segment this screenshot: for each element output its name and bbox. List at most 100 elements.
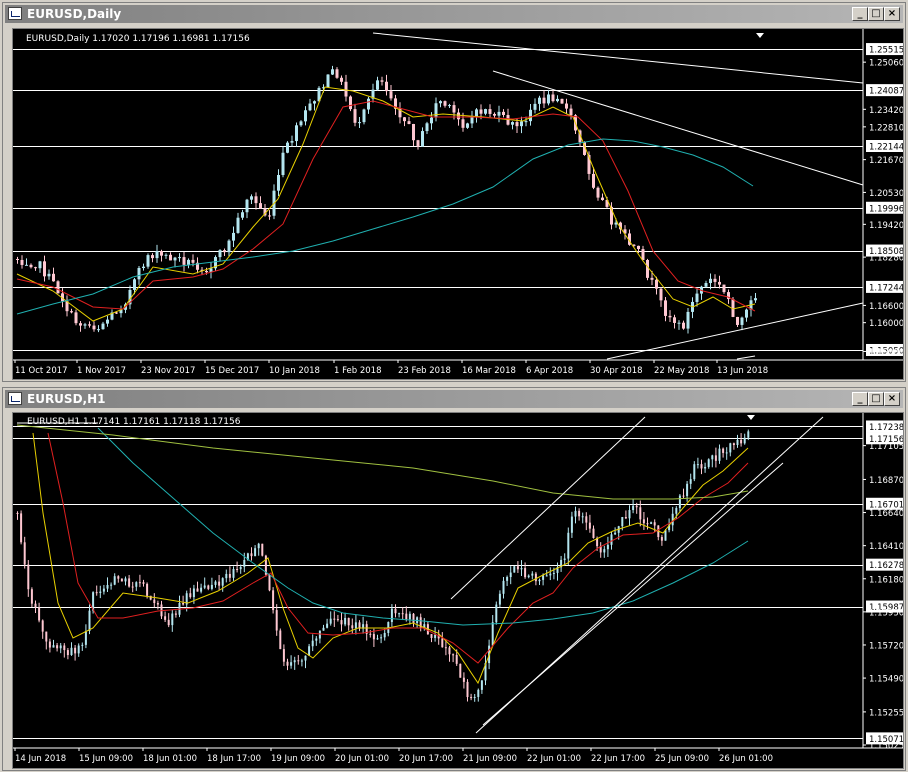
h1-plot-area[interactable]: EURUSD,H1 1.17141 1.17161 1.17118 1.1715… <box>12 412 904 769</box>
price-label: 1.15490 <box>869 675 904 685</box>
ma-mid-line <box>47 432 749 664</box>
h1-window-title: EURUSD,H1 <box>27 392 106 406</box>
price-label: 1.22810 <box>869 123 904 133</box>
candle-body <box>221 578 224 586</box>
candle-body <box>16 259 19 260</box>
candle-body <box>250 196 253 200</box>
candle-body <box>56 281 60 294</box>
candle-body <box>709 278 712 284</box>
candle-body <box>412 613 415 623</box>
daily-title-bar[interactable]: EURUSD,Daily _ □ × <box>5 5 903 23</box>
chart-shift-marker <box>756 33 764 38</box>
price-label: 1.25060 <box>869 59 904 69</box>
candle-body <box>655 279 658 289</box>
maximize-button[interactable]: □ <box>868 7 884 21</box>
candle-body <box>34 267 37 269</box>
candle-body <box>560 98 564 104</box>
price-label: 1.24087 <box>869 87 904 97</box>
candle-body <box>520 121 523 127</box>
candle-body <box>470 697 473 699</box>
candle-body <box>95 592 98 594</box>
candle-body <box>556 98 559 102</box>
candle-body <box>135 582 138 587</box>
candle-body <box>592 528 595 539</box>
candle-body <box>653 522 656 526</box>
candle-body <box>275 610 278 631</box>
candle-body <box>520 568 523 570</box>
h1-chart-window: EURUSD,H1 _ □ × EURUSD,H1 1.17141 1.1716… <box>2 387 906 771</box>
candle-body <box>747 431 750 438</box>
candle-body <box>88 324 91 326</box>
candle-body <box>678 495 681 509</box>
ma-fast-line <box>16 86 756 322</box>
candle-body <box>110 584 113 586</box>
candle-body <box>120 578 123 582</box>
candle-body <box>347 617 350 626</box>
time-label: 30 Apr 2018 <box>590 366 643 376</box>
price-label: 1.16870 <box>869 476 904 486</box>
price-label: 1.15255 <box>869 708 904 718</box>
candle-body <box>137 268 141 280</box>
close-button[interactable]: × <box>884 392 900 406</box>
time-label: 13 Jun 2018 <box>717 366 768 376</box>
minimize-button[interactable]: _ <box>852 7 868 21</box>
time-label: 16 Mar 2018 <box>462 366 516 376</box>
candle-body <box>711 455 714 460</box>
price-label: 1.16000 <box>869 319 904 329</box>
candle-body <box>164 254 168 256</box>
time-label: 1 Feb 2018 <box>334 366 382 376</box>
candle-body <box>732 443 735 446</box>
candle-body <box>282 649 285 662</box>
h1-title-bar[interactable]: EURUSD,H1 _ □ × <box>5 390 903 408</box>
candle-body <box>102 588 105 592</box>
candle-body <box>27 564 30 590</box>
close-button[interactable]: × <box>884 7 900 21</box>
candle-body <box>16 513 19 514</box>
candle-body <box>74 647 77 654</box>
time-label: 18 Jun 17:00 <box>207 754 261 764</box>
candle-body <box>376 80 379 90</box>
candle-body <box>473 696 476 698</box>
daily-plot-area[interactable]: EURUSD,Daily 1.17020 1.17196 1.16981 1.1… <box>12 28 904 380</box>
candle-body <box>682 495 685 497</box>
candle-body <box>403 117 406 122</box>
candle-body <box>77 645 80 654</box>
candle-body <box>322 627 325 631</box>
candle-body <box>610 534 613 545</box>
candle-body <box>48 641 51 648</box>
candle-body <box>434 634 437 638</box>
candle-body <box>624 517 627 519</box>
candle-body <box>660 537 663 541</box>
candle-body <box>390 608 393 623</box>
time-label: 22 Jun 01:00 <box>527 754 581 764</box>
candle-body <box>304 110 307 122</box>
price-label: 1.16278 <box>869 561 904 571</box>
candle-body <box>506 577 509 581</box>
candle-body <box>686 311 690 329</box>
candle-body <box>203 585 206 588</box>
candle-body <box>488 109 492 114</box>
minimize-button[interactable]: _ <box>852 392 868 406</box>
candle-body <box>304 655 307 661</box>
ma-200-line <box>16 424 749 500</box>
candle-body <box>452 105 456 113</box>
time-label: 25 Jun 09:00 <box>655 754 709 764</box>
candle-body <box>146 583 149 596</box>
candle-body <box>592 173 595 188</box>
candle-body <box>257 543 260 549</box>
daily-info-text: EURUSD,Daily 1.17020 1.17196 1.16981 1.1… <box>26 34 250 44</box>
candle-body <box>173 257 177 261</box>
candle-body <box>632 505 635 511</box>
candle-body <box>171 613 174 626</box>
candle-body <box>664 530 667 541</box>
candle-body <box>578 510 581 517</box>
candle-body <box>686 483 689 497</box>
maximize-button[interactable]: □ <box>868 392 884 406</box>
candle-body <box>524 121 528 123</box>
candle-body <box>533 103 537 110</box>
daily-window-title: EURUSD,Daily <box>27 7 122 21</box>
candle-body <box>38 261 42 269</box>
candle-body <box>41 620 44 632</box>
candle-body <box>696 464 699 466</box>
candle-body <box>286 661 289 666</box>
